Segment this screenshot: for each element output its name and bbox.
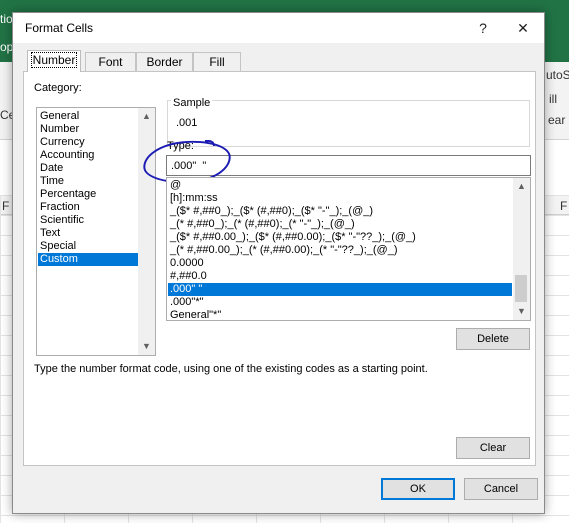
tab-border[interactable]: Border <box>136 52 193 71</box>
category-label: Category: <box>34 82 82 94</box>
category-scrollbar[interactable]: ▲ ▼ <box>138 108 155 355</box>
delete-button[interactable]: Delete <box>456 328 530 350</box>
category-item[interactable]: Scientific <box>38 214 138 227</box>
format-code-item[interactable]: [h]:mm:ss <box>168 192 512 205</box>
close-icon[interactable]: ✕ <box>509 18 537 38</box>
format-code-item[interactable]: @ <box>168 179 512 192</box>
tab-label: Border <box>146 55 183 69</box>
category-item[interactable]: Time <box>38 175 138 188</box>
category-item[interactable]: Special <box>38 240 138 253</box>
sample-label: Sample <box>171 97 213 109</box>
format-code-item[interactable]: _(* #,##0.00_);_(* (#,##0.00);_(* "-"??_… <box>168 244 512 257</box>
dialog-title-bar: Format Cells ? ✕ <box>13 13 544 43</box>
ok-button[interactable]: OK <box>381 478 455 500</box>
scroll-thumb[interactable] <box>515 275 527 302</box>
format-code-item[interactable]: #,##0.0 <box>168 270 512 283</box>
scroll-up-arrow-icon[interactable]: ▲ <box>138 109 155 124</box>
tab-font[interactable]: Font <box>85 52 136 71</box>
category-list[interactable]: General Number Currency Accounting Date … <box>36 107 156 356</box>
tab-label: Font <box>98 55 123 69</box>
bg-fragment: ill <box>549 92 557 106</box>
format-code-item[interactable]: _(* #,##0_);_(* (#,##0);_(* "-"_);_(@_) <box>168 218 512 231</box>
format-code-item-selected[interactable]: .000" " <box>168 283 512 296</box>
tab-number[interactable]: Number <box>27 50 81 72</box>
help-icon[interactable]: ? <box>469 18 497 38</box>
format-code-item[interactable]: _($* #,##0.00_);_($* (#,##0.00);_($* "-"… <box>168 231 512 244</box>
bg-fragment: F <box>560 199 568 213</box>
tab-label: Number <box>30 52 78 68</box>
sample-value: .001 <box>176 117 198 129</box>
scroll-down-arrow-icon[interactable]: ▼ <box>513 304 530 319</box>
category-item[interactable]: Number <box>38 123 138 136</box>
bg-fragment: ear <box>548 113 566 127</box>
format-list-scrollbar[interactable]: ▲ ▼ <box>513 178 530 320</box>
bg-fragment: tio <box>0 12 13 26</box>
format-cells-dialog: Format Cells ? ✕ Number Font Border Fill… <box>12 12 545 514</box>
tab-label: Fill <box>209 55 225 69</box>
format-code-list[interactable]: @ [h]:mm:ss _($* #,##0_);_($* (#,##0);_(… <box>166 177 531 321</box>
category-item-selected[interactable]: Custom <box>38 253 138 266</box>
bg-fragment: F <box>2 199 10 213</box>
sample-group <box>167 100 530 147</box>
category-item[interactable]: Currency <box>38 136 138 149</box>
clear-button[interactable]: Clear <box>456 437 530 459</box>
bg-fragment: utoS <box>546 68 569 82</box>
format-code-item[interactable]: .000"*" <box>168 296 512 309</box>
dialog-title: Format Cells <box>25 21 94 35</box>
scroll-down-arrow-icon[interactable]: ▼ <box>138 339 155 354</box>
category-item[interactable]: Date <box>38 162 138 175</box>
tab-fill[interactable]: Fill <box>193 52 241 71</box>
scroll-up-arrow-icon[interactable]: ▲ <box>513 179 530 194</box>
category-item[interactable]: Fraction <box>38 201 138 214</box>
category-item[interactable]: Percentage <box>38 188 138 201</box>
category-item[interactable]: General <box>38 110 138 123</box>
description-text: Type the number format code, using one o… <box>34 363 428 375</box>
category-item[interactable]: Accounting <box>38 149 138 162</box>
format-code-item[interactable]: 0.0000 <box>168 257 512 270</box>
format-code-item[interactable]: _($* #,##0_);_($* (#,##0);_($* "-"_);_(@… <box>168 205 512 218</box>
format-code-item[interactable]: General"*" <box>168 309 512 320</box>
category-item[interactable]: Text <box>38 227 138 240</box>
cancel-button[interactable]: Cancel <box>464 478 538 500</box>
